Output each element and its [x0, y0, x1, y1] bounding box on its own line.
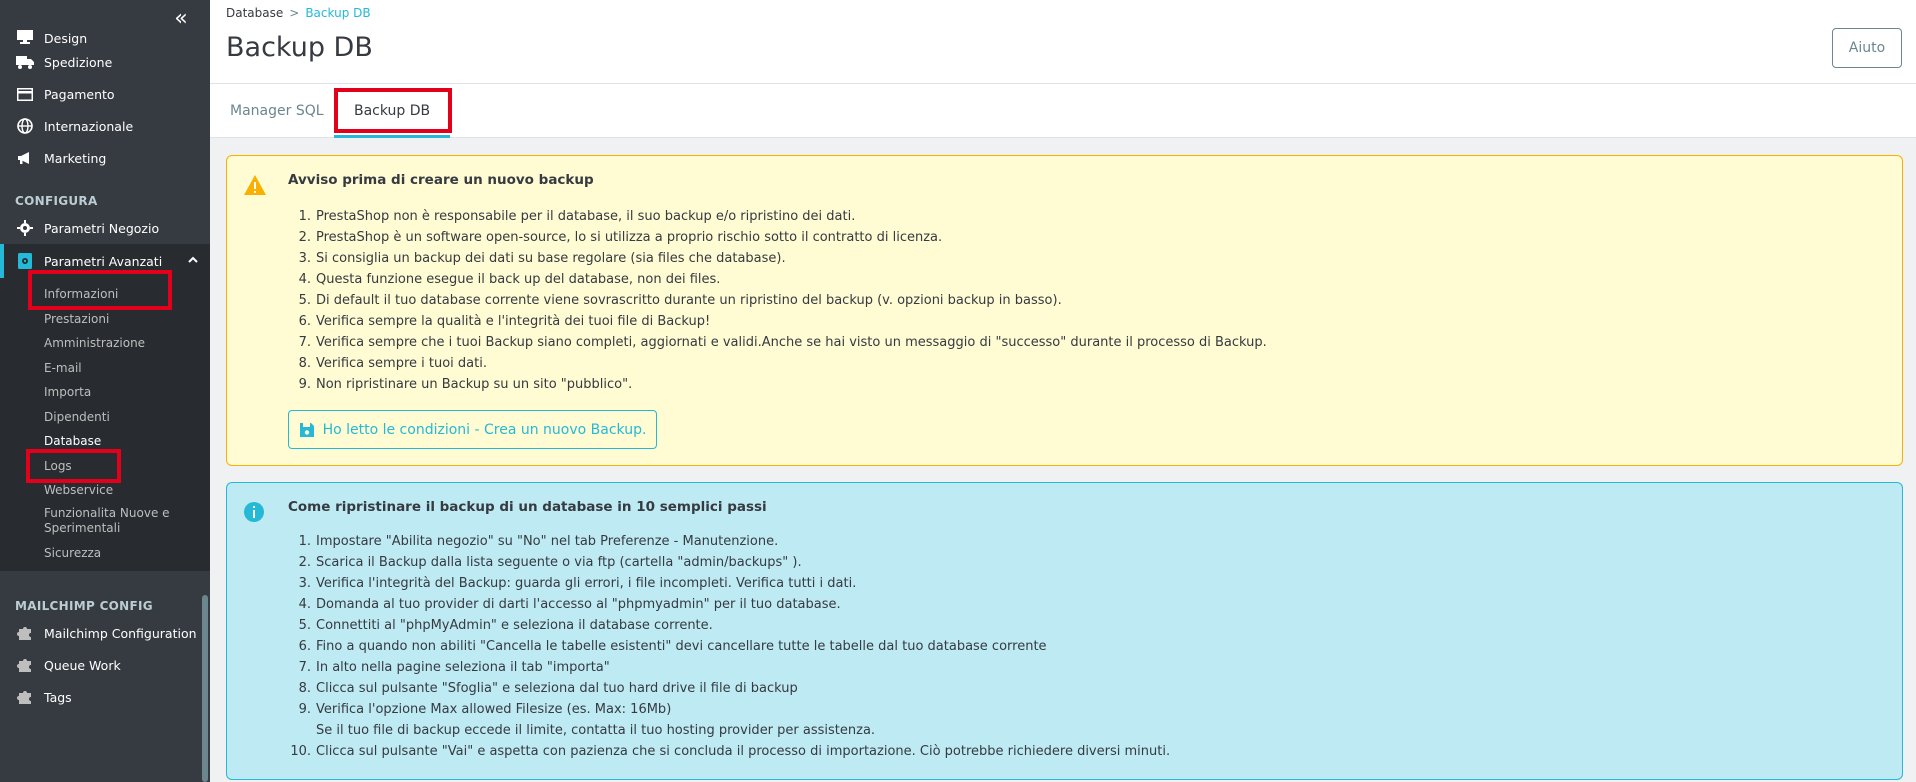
sidebar-item-label: Design	[44, 31, 88, 46]
section-configura: CONFIGURA	[15, 194, 98, 208]
list-item: 9. Non ripristinare un Backup su un sito …	[298, 377, 633, 392]
breadcrumb-parent[interactable]: Database	[226, 6, 283, 20]
info-alert: Come ripristinare il backup di un databa…	[226, 482, 1903, 780]
sidebar-item-pagamento[interactable]: Pagamento	[0, 78, 210, 110]
list-item: 3. Si consiglia un backup dei dati su bas…	[298, 251, 786, 266]
list-item: 2. Scarica il Backup dalla lista seguente…	[298, 555, 802, 570]
sidebar-item-internazionale[interactable]: Internazionale	[0, 110, 210, 142]
submenu-item-prestazioni[interactable]: Prestazioni	[0, 307, 210, 332]
sidebar-item-queue-work[interactable]: Queue Work	[0, 649, 210, 681]
sidebar-item-label: Parametri Negozio	[44, 220, 160, 236]
help-button[interactable]: Aiuto	[1832, 28, 1902, 68]
sidebar: « Design Spedizione Pagamento Internazio…	[0, 0, 210, 782]
submenu-item-amministrazione[interactable]: Amministrazione	[0, 331, 210, 356]
submenu-item-funzionalita[interactable]: Funzionalita Nuove e Sperimentali	[0, 503, 175, 541]
list-item: 8. Verifica sempre i tuoi dati.	[298, 356, 487, 371]
submenu-item-database[interactable]: Database	[0, 429, 210, 454]
breadcrumb-current[interactable]: Backup DB	[305, 6, 370, 20]
submenu-item-sicurezza[interactable]: Sicurezza	[0, 541, 210, 566]
tabs-bar: Manager SQL Backup DB	[210, 84, 1916, 138]
gear-icon	[15, 219, 35, 237]
submenu-item-webservice[interactable]: Webservice	[0, 478, 210, 503]
sidebar-item-label: Mailchimp Configuration	[44, 625, 197, 641]
breadcrumb: Database > Backup DB	[226, 6, 371, 20]
sidebar-item-label: Queue Work	[44, 657, 121, 673]
warning-title: Avviso prima di creare un nuovo backup	[288, 172, 594, 188]
sidebar-item-label: Internazionale	[44, 118, 134, 134]
sidebar-nav: Design Spedizione Pagamento Internaziona…	[0, 30, 210, 713]
submenu-item-email[interactable]: E-mail	[0, 356, 210, 381]
advanced-settings-icon	[15, 252, 35, 270]
sidebar-item-label: Parametri Avanzati	[44, 253, 163, 269]
megaphone-icon	[15, 149, 35, 167]
list-item-note: Se il tuo file di backup eccede il limit…	[316, 723, 876, 738]
list-item: 4. Domanda al tuo provider di darti l'acc…	[298, 597, 841, 612]
sidebar-item-spedizione[interactable]: Spedizione	[0, 46, 210, 78]
info-title: Come ripristinare il backup di un databa…	[288, 499, 767, 515]
sidebar-item-parametri-avanzati[interactable]: Parametri Avanzati	[0, 244, 210, 278]
section-mailchimp: MAILCHIMP CONFIG	[15, 599, 153, 613]
info-icon	[243, 501, 267, 525]
list-item: 10. Clicca sul pulsante "Vai" e aspetta c…	[290, 744, 1171, 759]
submenu-item-importa[interactable]: Importa	[0, 380, 210, 405]
create-backup-button[interactable]: Ho letto le condizioni - Crea un nuovo B…	[288, 410, 657, 449]
puzzle-icon	[15, 624, 35, 642]
sidebar-item-design[interactable]: Design	[0, 26, 210, 46]
list-item: 2. PrestaShop è un software open-source, …	[298, 230, 943, 245]
page-title: Backup DB	[226, 32, 373, 63]
info-list: 1. Impostare "Abilita negozio" su "No" ne…	[288, 531, 1868, 762]
globe-icon	[15, 117, 35, 135]
list-item: 3. Verifica l'integrità del Backup: guard…	[298, 576, 857, 591]
chevron-up-icon	[186, 253, 200, 267]
credit-card-icon	[15, 85, 35, 103]
sidebar-item-label: Pagamento	[44, 86, 115, 102]
list-item: 5. Connettiti al "phpMyAdmin" e seleziona…	[298, 618, 713, 633]
sidebar-item-mailchimp-configuration[interactable]: Mailchimp Configuration	[0, 617, 210, 649]
sidebar-item-label: Marketing	[44, 150, 107, 166]
list-item: 8. Clicca sul pulsante "Sfoglia" e selezi…	[298, 681, 798, 696]
submenu-item-informazioni[interactable]: Informazioni	[0, 282, 210, 307]
breadcrumb-separator: >	[289, 6, 300, 20]
warning-alert: Avviso prima di creare un nuovo backup 1…	[226, 155, 1903, 466]
list-item: 6. Verifica sempre la qualità e l'integri…	[298, 314, 711, 329]
sidebar-item-label: Spedizione	[44, 54, 113, 70]
list-item: 9. Verifica l'opzione Max allowed Filesiz…	[298, 702, 876, 738]
sidebar-item-label: Tags	[44, 689, 72, 705]
truck-icon	[15, 53, 35, 71]
submenu-item-logs[interactable]: Logs	[0, 454, 210, 479]
tab-manager-sql[interactable]: Manager SQL	[210, 84, 344, 138]
list-item: 7. Verifica sempre che i tuoi Backup sian…	[298, 335, 1267, 350]
sidebar-item-parametri-negozio[interactable]: Parametri Negozio	[0, 212, 210, 244]
warning-list: 1. PrestaShop non è responsabile per il d…	[288, 206, 1868, 395]
list-item: 7. In alto nella pagine seleziona il tab …	[298, 660, 610, 675]
tab-backup-db[interactable]: Backup DB	[334, 84, 451, 138]
submenu-item-dipendenti[interactable]: Dipendenti	[0, 405, 210, 430]
puzzle-icon	[15, 656, 35, 674]
list-item-text: Verifica l'opzione Max allowed Filesize …	[316, 702, 672, 717]
monitor-icon	[15, 28, 35, 46]
puzzle-icon	[15, 688, 35, 706]
page-header: Database > Backup DB Backup DB Aiuto	[210, 0, 1916, 84]
warning-icon	[243, 174, 267, 198]
list-item: 1. Impostare "Abilita negozio" su "No" ne…	[298, 534, 779, 549]
sidebar-scrollbar[interactable]	[202, 595, 208, 782]
list-item: 1. PrestaShop non è responsabile per il d…	[298, 209, 856, 224]
list-item: 6. Fino a quando non abiliti "Cancella le…	[298, 639, 1047, 654]
list-item: 4. Questa funzione esegue il back up del …	[298, 272, 721, 287]
create-backup-label: Ho letto le condizioni - Crea un nuovo B…	[322, 421, 647, 438]
list-item: 5. Di default il tuo database corrente vi…	[298, 293, 1062, 308]
floppy-disk-icon	[299, 422, 315, 438]
submenu-parametri-avanzati: Informazioni Prestazioni Amministrazione…	[0, 278, 210, 571]
sidebar-item-marketing[interactable]: Marketing	[0, 142, 210, 174]
sidebar-item-tags[interactable]: Tags	[0, 681, 210, 713]
